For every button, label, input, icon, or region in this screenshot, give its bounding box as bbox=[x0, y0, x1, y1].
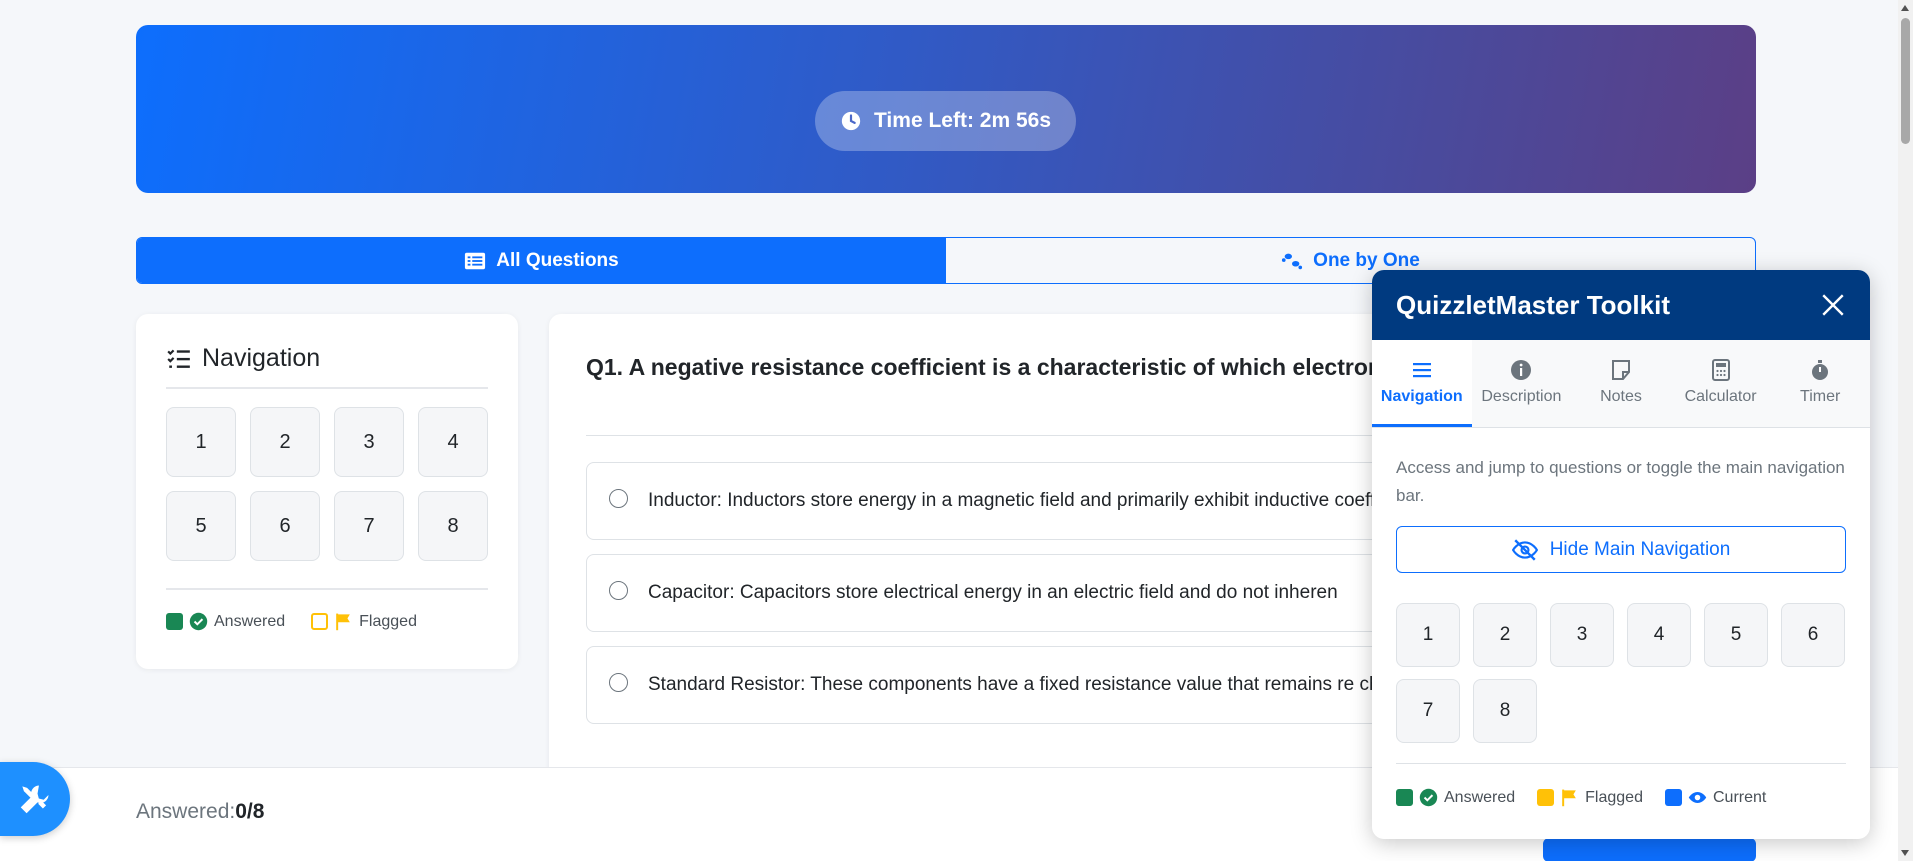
answered-swatch bbox=[166, 613, 183, 630]
toolkit-question-button-4[interactable]: 4 bbox=[1627, 603, 1691, 667]
toolkit-question-button-3[interactable]: 3 bbox=[1550, 603, 1614, 667]
legend-flagged-label: Flagged bbox=[359, 612, 417, 630]
toolkit-question-button-1[interactable]: 1 bbox=[1396, 603, 1460, 667]
tab-description-label: Description bbox=[1481, 388, 1562, 405]
flag-icon bbox=[336, 613, 350, 631]
tab-calculator-label: Calculator bbox=[1684, 388, 1757, 405]
tab-all-questions[interactable]: All Questions bbox=[137, 238, 946, 283]
question-button-3[interactable]: 3 bbox=[334, 407, 404, 477]
navigation-heading: Navigation bbox=[166, 344, 488, 389]
scroll-up-arrow-icon[interactable] bbox=[1901, 5, 1909, 11]
tab-navigation[interactable]: Navigation bbox=[1372, 340, 1472, 427]
eye-icon bbox=[1688, 791, 1707, 804]
checklist-icon bbox=[167, 349, 190, 368]
toolkit-panel: QuizzletMaster Toolkit Navigation Descri… bbox=[1372, 270, 1870, 839]
question-grid: 1 2 3 4 5 6 7 8 bbox=[166, 407, 488, 590]
option-text: Standard Resistor: These components have… bbox=[648, 674, 1437, 695]
tab-all-questions-label: All Questions bbox=[496, 249, 619, 271]
question-button-8[interactable]: 8 bbox=[418, 491, 488, 561]
timer-pill: Time Left: 2m 56s bbox=[815, 91, 1076, 151]
navigation-card: Navigation 1 2 3 4 5 6 7 8 Answered Flag… bbox=[136, 314, 518, 669]
answered-counter-value: 0/8 bbox=[235, 800, 265, 823]
option-radio[interactable] bbox=[609, 581, 628, 600]
flagged-swatch bbox=[1537, 789, 1555, 806]
answered-counter: Answered:0/8 bbox=[136, 800, 264, 824]
check-circle-icon bbox=[1419, 788, 1438, 807]
toolkit-question-button-2[interactable]: 2 bbox=[1473, 603, 1537, 667]
question-button-4[interactable]: 4 bbox=[418, 407, 488, 477]
toolkit-legend-answered: Answered bbox=[1444, 788, 1516, 806]
legend-answered-label: Answered bbox=[214, 612, 286, 630]
option-text: Capacitor: Capacitors store electrical e… bbox=[648, 582, 1338, 603]
question-button-6[interactable]: 6 bbox=[250, 491, 320, 561]
flag-icon bbox=[1562, 789, 1576, 807]
check-circle-icon bbox=[189, 612, 208, 631]
toolkit-question-button-6[interactable]: 6 bbox=[1781, 603, 1845, 667]
toolkit-legend-flagged: Flagged bbox=[1585, 788, 1643, 806]
tab-one-by-one-label: One by One bbox=[1313, 249, 1420, 271]
menu-icon bbox=[1412, 363, 1431, 378]
tab-timer[interactable]: Timer bbox=[1770, 340, 1870, 427]
scrollbar-thumb[interactable] bbox=[1901, 18, 1910, 144]
hide-main-navigation-label: Hide Main Navigation bbox=[1549, 538, 1731, 560]
toolkit-tabs: Navigation Description Notes Calculator … bbox=[1372, 340, 1870, 428]
toolkit-title: QuizzletMaster Toolkit bbox=[1396, 289, 1670, 320]
close-icon[interactable] bbox=[1820, 292, 1846, 318]
answered-swatch bbox=[1396, 789, 1413, 806]
list-icon bbox=[465, 252, 486, 269]
clock-icon bbox=[841, 111, 861, 131]
answered-counter-label: Answered: bbox=[136, 800, 236, 823]
eye-slash-icon bbox=[1511, 538, 1538, 561]
toolkit-question-button-7[interactable]: 7 bbox=[1396, 679, 1460, 743]
tab-description[interactable]: Description bbox=[1472, 340, 1572, 427]
tab-calculator[interactable]: Calculator bbox=[1671, 340, 1771, 427]
toolkit-header: QuizzletMaster Toolkit bbox=[1372, 270, 1870, 340]
tab-timer-label: Timer bbox=[1800, 388, 1841, 405]
flagged-swatch bbox=[311, 613, 329, 630]
toolkit-description: Access and jump to questions or toggle t… bbox=[1396, 458, 1845, 505]
navigation-legend: Answered Flagged bbox=[166, 612, 488, 631]
stopwatch-icon bbox=[1812, 360, 1829, 380]
question-button-5[interactable]: 5 bbox=[166, 491, 236, 561]
calculator-icon bbox=[1711, 359, 1730, 381]
toolkit-legend: Answered Flagged Current bbox=[1396, 788, 1846, 807]
navigation-title: Navigation bbox=[202, 344, 321, 372]
question-button-1[interactable]: 1 bbox=[166, 407, 236, 477]
tools-icon bbox=[20, 785, 49, 814]
question-button-2[interactable]: 2 bbox=[250, 407, 320, 477]
option-radio[interactable] bbox=[609, 489, 628, 508]
timer-label: Time Left: 2m 56s bbox=[873, 109, 1051, 132]
option-text: Inductor: Inductors store energy in a ma… bbox=[648, 490, 1425, 511]
tab-navigation-label: Navigation bbox=[1380, 388, 1463, 405]
toolkit-question-button-8[interactable]: 8 bbox=[1473, 679, 1537, 743]
toolkit-legend-current: Current bbox=[1712, 788, 1767, 806]
current-swatch bbox=[1664, 789, 1682, 806]
option-radio[interactable] bbox=[609, 673, 628, 692]
footsteps-icon bbox=[1282, 253, 1303, 269]
toolkit-question-grid: 1 2 3 4 5 6 7 8 bbox=[1396, 603, 1846, 764]
submit-button[interactable] bbox=[1543, 838, 1756, 861]
toolkit-body: Access and jump to questions or toggle t… bbox=[1372, 428, 1870, 833]
tab-notes-label: Notes bbox=[1600, 388, 1642, 405]
page-scrollbar[interactable] bbox=[1898, 0, 1913, 861]
sticky-note-icon bbox=[1611, 360, 1630, 380]
info-icon bbox=[1511, 360, 1532, 380]
toolkit-question-button-5[interactable]: 5 bbox=[1704, 603, 1768, 667]
question-button-7[interactable]: 7 bbox=[334, 491, 404, 561]
scroll-down-arrow-icon[interactable] bbox=[1901, 850, 1909, 856]
tab-notes[interactable]: Notes bbox=[1571, 340, 1671, 427]
hide-main-navigation-button[interactable]: Hide Main Navigation bbox=[1396, 526, 1846, 573]
